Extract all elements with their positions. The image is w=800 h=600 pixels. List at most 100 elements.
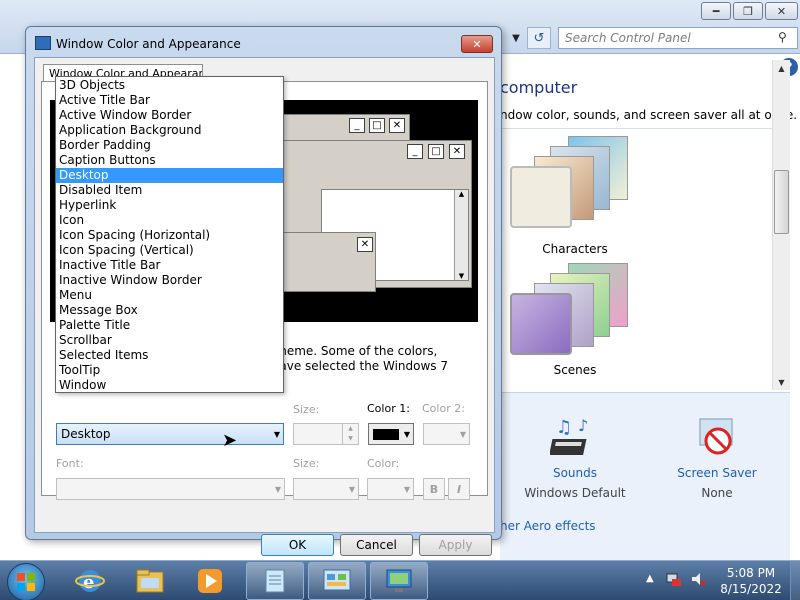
dropdown-option[interactable]: Border Padding — [56, 138, 283, 153]
start-button[interactable] — [7, 563, 45, 600]
clock[interactable]: 5:08 PM 8/15/2022 — [716, 565, 786, 597]
theme-label: Characters — [542, 242, 608, 256]
preview-minimize-icon: _ — [349, 118, 365, 133]
cancel-button[interactable]: Cancel — [340, 534, 413, 556]
aero-effects-link[interactable]: her Aero effects — [500, 519, 596, 533]
restore-button[interactable]: ❐ — [733, 2, 763, 20]
item-size-stepper[interactable]: ▲ ▼ — [293, 423, 359, 445]
item-dropdown-value: Desktop — [61, 427, 111, 441]
chevron-down-icon: ▼ — [274, 485, 281, 494]
scroll-thumb[interactable] — [774, 170, 789, 234]
chevron-down-icon: ▼ — [273, 430, 280, 439]
show-desktop-button[interactable] — [790, 561, 800, 600]
taskbar-app-display[interactable] — [370, 562, 428, 600]
color1-picker[interactable]: ▼ — [368, 423, 414, 445]
taskbar-app-control-panel[interactable] — [308, 562, 366, 600]
search-input[interactable]: Search Control Panel — [558, 27, 798, 49]
volume-muted-icon[interactable] — [690, 571, 706, 587]
preview-maximize-icon: □ — [369, 118, 385, 133]
dropdown-option[interactable]: Hyperlink — [56, 198, 283, 213]
font-size-label: Size: — [293, 457, 320, 470]
item-dropdown[interactable]: Desktop ▼ — [56, 423, 284, 445]
scroll-up-icon[interactable]: ▲ — [773, 60, 790, 76]
theme-label: Scenes — [553, 363, 597, 377]
size-label: Size: — [293, 403, 320, 416]
dropdown-option[interactable]: Desktop — [56, 168, 283, 183]
preview-maximize-icon: □ — [428, 144, 444, 159]
personalize-options: ♫ ♪ Sounds Windows Default Screen Saver … — [500, 392, 790, 560]
theme-gallery: Characters Scenes — [500, 128, 790, 390]
dropdown-option[interactable]: Caption Buttons — [56, 153, 283, 168]
item-dropdown-list: 3D Objects Active Title Bar Active Window … — [55, 76, 284, 393]
dropdown-option[interactable]: Application Background — [56, 123, 283, 138]
dropdown-option[interactable]: Icon Spacing (Vertical) — [56, 243, 283, 258]
display-settings-icon — [386, 569, 412, 592]
ok-button[interactable]: OK — [261, 534, 334, 556]
dialog-close-button[interactable]: ✕ — [461, 35, 493, 53]
control-panel-icon — [323, 569, 351, 591]
sounds-value: Windows Default — [524, 486, 626, 500]
scenes-theme-thumbnail — [510, 261, 630, 355]
minimize-button[interactable]: ━ — [701, 2, 731, 20]
dropdown-option[interactable]: Active Window Border — [56, 108, 283, 123]
page-heading: computer — [500, 78, 578, 97]
characters-theme-thumbnail — [510, 134, 630, 228]
network-icon[interactable] — [666, 571, 682, 587]
dropdown-option[interactable]: Scrollbar — [56, 333, 283, 348]
sounds-item[interactable]: ♫ ♪ Sounds Windows Default — [520, 413, 630, 500]
internet-explorer-icon[interactable]: e — [72, 564, 108, 598]
dropdown-option[interactable]: Message Box — [56, 303, 283, 318]
close-button[interactable]: ✕ — [765, 2, 798, 20]
search-icon[interactable]: ⚲ — [778, 30, 787, 44]
stepper-arrows-icon: ▲ ▼ — [342, 424, 358, 444]
show-hidden-icons-icon[interactable]: ▲ — [646, 573, 654, 584]
clock-time: 5:08 PM — [726, 566, 776, 580]
screen-saver-icon — [699, 418, 733, 455]
screen-saver-item[interactable]: Screen Saver None — [662, 413, 772, 500]
preview-minimize-icon: _ — [407, 144, 423, 159]
screen-saver-link[interactable]: Screen Saver — [662, 466, 772, 480]
dropdown-option[interactable]: Inactive Title Bar — [56, 258, 283, 273]
preview-close-icon: ✕ — [449, 144, 465, 159]
color1-label: Color 1: — [367, 402, 410, 415]
dropdown-option[interactable]: Window — [56, 378, 283, 393]
preview-close-icon: ✕ — [389, 118, 405, 133]
chevron-down-icon: ▼ — [403, 430, 410, 439]
screen-saver-value: None — [701, 486, 733, 500]
dropdown-option[interactable]: Icon — [56, 213, 283, 228]
font-dropdown[interactable]: ▼ — [56, 478, 285, 500]
font-color-label: Color: — [367, 457, 400, 470]
dropdown-option[interactable]: 3D Objects — [56, 78, 283, 93]
dropdown-option[interactable]: Selected Items — [56, 348, 283, 363]
dialog-app-icon — [35, 36, 51, 50]
chevron-down-icon: ▼ — [348, 485, 355, 494]
color1-swatch — [373, 429, 399, 440]
dropdown-option[interactable]: Inactive Window Border — [56, 273, 283, 288]
apply-button[interactable]: Apply — [419, 534, 492, 556]
address-dropdown-icon[interactable]: ▼ — [507, 27, 525, 49]
color2-label: Color 2: — [422, 402, 465, 415]
font-label: Font: — [56, 457, 84, 470]
color2-picker[interactable]: ▼ — [423, 423, 470, 445]
clock-date: 8/15/2022 — [720, 582, 782, 596]
dropdown-option[interactable]: Disabled Item — [56, 183, 283, 198]
dropdown-option[interactable]: Icon Spacing (Horizontal) — [56, 228, 283, 243]
sounds-link[interactable]: Sounds — [520, 466, 630, 480]
dropdown-option[interactable]: Menu — [56, 288, 283, 303]
dropdown-option[interactable]: Palette Title — [56, 318, 283, 333]
font-size-dropdown[interactable]: ▼ — [293, 478, 359, 500]
refresh-icon[interactable]: ↺ — [527, 27, 551, 49]
svg-text:♫: ♫ — [556, 417, 572, 438]
theme-scrollbar[interactable]: ▲ ▼ — [772, 60, 790, 390]
notepad-icon — [265, 569, 285, 593]
font-color-picker[interactable]: ▼ — [367, 478, 414, 500]
scroll-down-icon[interactable]: ▼ — [773, 374, 790, 390]
bold-button[interactable]: B — [423, 478, 445, 500]
preview-close-icon: ✕ — [357, 237, 373, 252]
dropdown-option[interactable]: ToolTip — [56, 363, 283, 378]
media-player-icon[interactable] — [192, 564, 228, 598]
windows-explorer-icon[interactable] — [132, 564, 168, 598]
italic-button[interactable]: I — [448, 478, 470, 500]
taskbar-app-notepad[interactable] — [246, 562, 304, 600]
dropdown-option[interactable]: Active Title Bar — [56, 93, 283, 108]
